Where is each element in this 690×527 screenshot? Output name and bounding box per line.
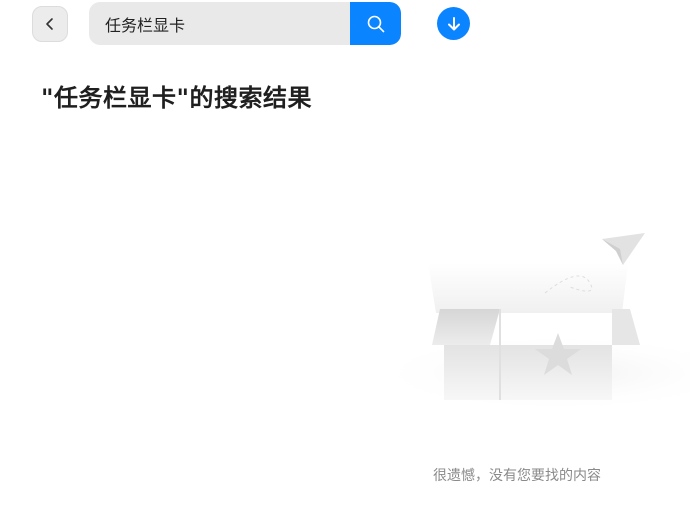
search-box bbox=[89, 2, 401, 45]
chevron-left-icon bbox=[46, 18, 53, 30]
empty-box-illustration bbox=[350, 233, 690, 413]
download-icon bbox=[447, 16, 460, 30]
search-button[interactable] bbox=[350, 2, 401, 45]
search-icon bbox=[367, 15, 384, 32]
download-button[interactable] bbox=[437, 7, 470, 40]
empty-message: 很遗憾，没有您要找的内容 bbox=[433, 468, 601, 484]
back-button[interactable] bbox=[32, 6, 68, 42]
search-results-page: "任务栏显卡"的搜索结果 bbox=[0, 0, 690, 527]
search-input[interactable] bbox=[89, 2, 350, 45]
results-title: "任务栏显卡"的搜索结果 bbox=[41, 84, 313, 112]
